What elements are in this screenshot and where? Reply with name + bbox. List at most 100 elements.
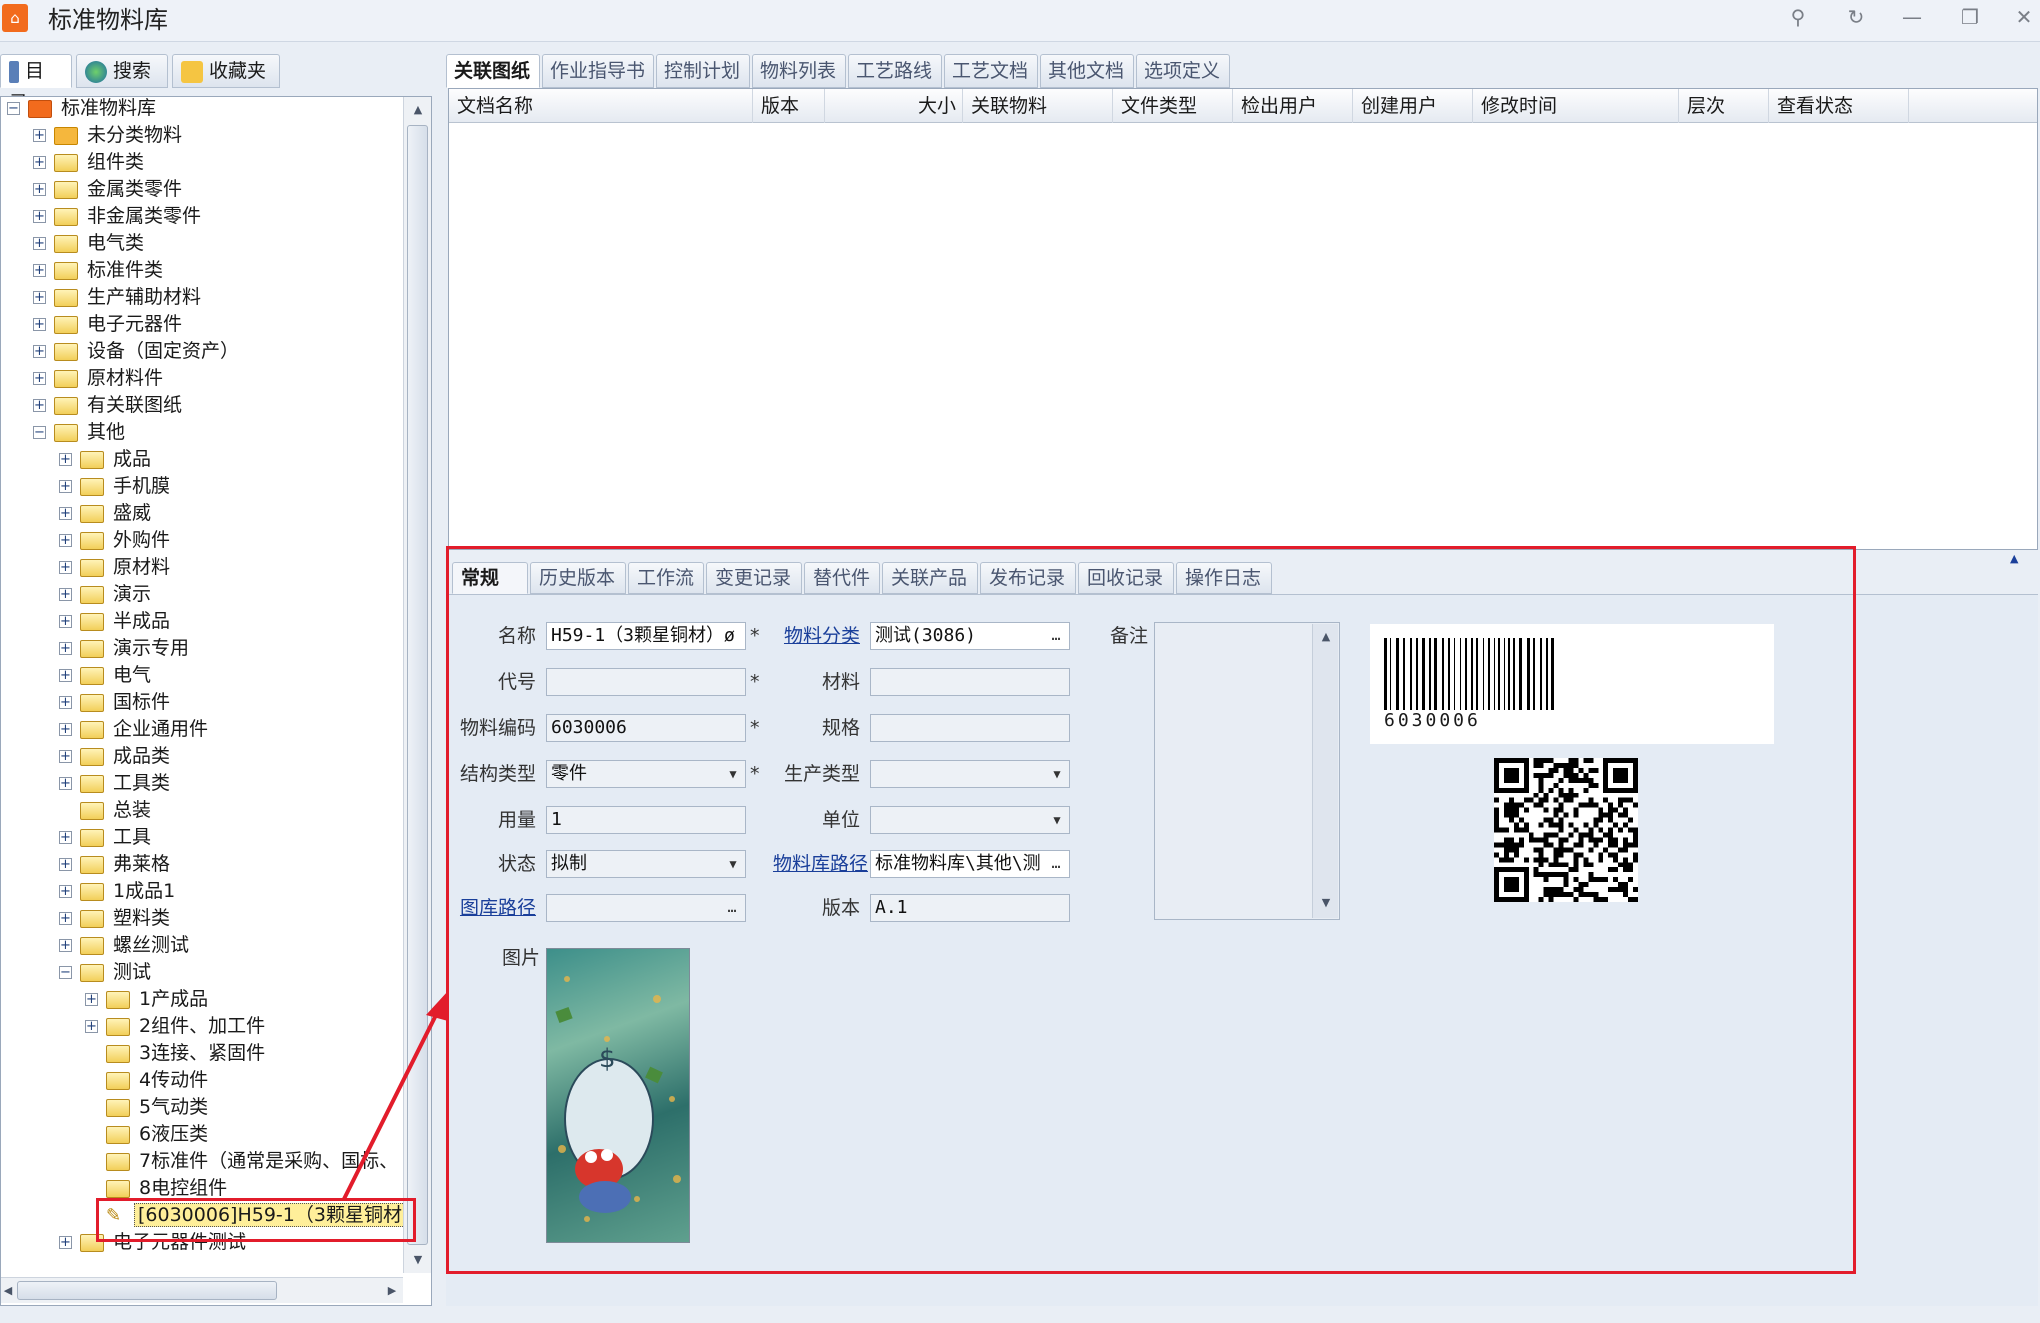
- tree-item[interactable]: + 非金属类零件: [33, 203, 201, 229]
- scroll-right-icon[interactable]: ▶: [385, 1284, 399, 1297]
- tree-root[interactable]: − 标准物料库: [7, 97, 156, 121]
- expand-icon[interactable]: +: [59, 507, 72, 520]
- tree-item[interactable]: + 组件类: [33, 149, 144, 175]
- expand-icon[interactable]: +: [59, 642, 72, 655]
- expand-icon[interactable]: +: [59, 696, 72, 709]
- tree-item[interactable]: + 电气类: [33, 230, 144, 256]
- tree-item[interactable]: + 国标件: [59, 689, 170, 715]
- expand-icon[interactable]: +: [59, 912, 72, 925]
- scroll-down-icon[interactable]: ▼: [404, 1253, 432, 1266]
- tree-item[interactable]: +1产成品: [85, 986, 208, 1012]
- expand-icon[interactable]: +: [59, 750, 72, 763]
- column-file-type[interactable]: 文件类型: [1113, 89, 1233, 123]
- column-size[interactable]: 大小: [825, 89, 963, 123]
- expand-icon[interactable]: +: [59, 669, 72, 682]
- expand-icon[interactable]: +: [59, 588, 72, 601]
- tab-option-definition[interactable]: 选项定义: [1136, 54, 1230, 88]
- tree-item[interactable]: + 演示: [59, 581, 151, 607]
- tree-item[interactable]: + 成品: [59, 446, 151, 472]
- expand-icon[interactable]: +: [33, 237, 46, 250]
- column-checkout-user[interactable]: 检出用户: [1233, 89, 1353, 123]
- restore-icon[interactable]: ❐: [1950, 2, 1990, 32]
- tab-bom[interactable]: 物料列表: [752, 54, 846, 88]
- expand-icon[interactable]: +: [59, 831, 72, 844]
- tab-other-docs[interactable]: 其他文档: [1040, 54, 1134, 88]
- column-created-by[interactable]: 创建用户: [1353, 89, 1473, 123]
- tree-item[interactable]: + 有关联图纸: [33, 392, 182, 418]
- tree-item[interactable]: + 生产辅助材料: [33, 284, 201, 310]
- tree-item[interactable]: + 盛威: [59, 500, 151, 526]
- expand-icon[interactable]: +: [59, 615, 72, 628]
- column-view-status[interactable]: 查看状态: [1769, 89, 1909, 123]
- column-version[interactable]: 版本: [753, 89, 825, 123]
- tab-control-plan[interactable]: 控制计划: [656, 54, 750, 88]
- tab-work-instructions[interactable]: 作业指导书: [542, 54, 654, 88]
- tree-item[interactable]: 总装: [59, 797, 151, 823]
- expand-icon[interactable]: +: [85, 1020, 98, 1033]
- close-icon[interactable]: ✕: [2004, 2, 2040, 32]
- column-related-material[interactable]: 关联物料: [963, 89, 1113, 123]
- expand-icon[interactable]: +: [33, 291, 46, 304]
- tree-item[interactable]: + 外购件: [59, 527, 170, 553]
- refresh-icon[interactable]: ↻: [1836, 2, 1876, 32]
- tree-horizontal-scrollbar[interactable]: ◀ ▶: [1, 1277, 403, 1303]
- expand-icon[interactable]: +: [59, 777, 72, 790]
- collapse-icon[interactable]: −: [7, 102, 20, 115]
- column-level[interactable]: 层次: [1679, 89, 1769, 123]
- tree-item[interactable]: − 测试: [59, 959, 151, 985]
- column-doc-name[interactable]: 文档名称: [449, 89, 753, 123]
- minimize-icon[interactable]: —: [1892, 2, 1932, 32]
- expand-icon[interactable]: +: [59, 858, 72, 871]
- expand-icon[interactable]: +: [59, 723, 72, 736]
- tree-item[interactable]: 3连接、紧固件: [85, 1040, 265, 1066]
- tree-item[interactable]: + 工具: [59, 824, 151, 850]
- expand-icon[interactable]: +: [33, 264, 46, 277]
- expand-icon[interactable]: +: [33, 372, 46, 385]
- expand-icon[interactable]: +: [59, 1236, 72, 1249]
- tree-item[interactable]: + 塑料类: [59, 905, 170, 931]
- expand-icon[interactable]: +: [33, 210, 46, 223]
- tree-item[interactable]: + 电子元器件: [33, 311, 182, 337]
- tree-item[interactable]: + 标准件类: [33, 257, 163, 283]
- tab-related-drawings[interactable]: 关联图纸: [446, 54, 540, 88]
- expand-icon[interactable]: +: [85, 993, 98, 1006]
- tree-item[interactable]: + 电气: [59, 662, 151, 688]
- expand-icon[interactable]: +: [59, 480, 72, 493]
- scroll-left-icon[interactable]: ◀: [1, 1284, 15, 1297]
- collapse-icon[interactable]: −: [59, 966, 72, 979]
- expand-icon[interactable]: +: [59, 885, 72, 898]
- scroll-up-icon[interactable]: ▲: [404, 103, 432, 116]
- tab-catalog[interactable]: 目录: [0, 54, 72, 114]
- tree-item[interactable]: + 工具类: [59, 770, 170, 796]
- tree-item[interactable]: +2组件、加工件: [85, 1013, 265, 1039]
- scroll-thumb-horizontal[interactable]: [17, 1281, 277, 1300]
- tab-routing[interactable]: 工艺路线: [848, 54, 942, 88]
- expand-icon[interactable]: +: [33, 399, 46, 412]
- tree-item[interactable]: + 演示专用: [59, 635, 189, 661]
- tree-item[interactable]: + 成品类: [59, 743, 170, 769]
- collapse-icon[interactable]: −: [33, 426, 46, 439]
- tree-item[interactable]: + 设备（固定资产）: [33, 338, 239, 364]
- tree-item[interactable]: + 手机膜: [59, 473, 170, 499]
- search-icon[interactable]: ⚲: [1778, 2, 1818, 32]
- tree-item[interactable]: + 原材料: [59, 554, 170, 580]
- expand-icon[interactable]: +: [59, 939, 72, 952]
- tree-item[interactable]: + 企业通用件: [59, 716, 208, 742]
- splitter-arrow-icon[interactable]: ▲: [2010, 552, 2018, 565]
- tree-item[interactable]: + 原材料件: [33, 365, 163, 391]
- expand-icon[interactable]: +: [59, 534, 72, 547]
- expand-icon[interactable]: +: [33, 129, 46, 142]
- expand-icon[interactable]: +: [33, 345, 46, 358]
- tree-item[interactable]: + 金属类零件: [33, 176, 182, 202]
- tree-item[interactable]: − 其他: [33, 419, 125, 445]
- tree-item[interactable]: + 半成品: [59, 608, 170, 634]
- column-modified-time[interactable]: 修改时间: [1473, 89, 1679, 123]
- tree-item[interactable]: + 未分类物料: [33, 122, 182, 148]
- expand-icon[interactable]: +: [59, 561, 72, 574]
- tree-item[interactable]: 4传动件: [85, 1067, 208, 1093]
- expand-icon[interactable]: +: [33, 318, 46, 331]
- expand-icon[interactable]: +: [33, 183, 46, 196]
- tree-item[interactable]: 5气动类: [85, 1094, 208, 1120]
- tree-item[interactable]: + 螺丝测试: [59, 932, 189, 958]
- tab-process-docs[interactable]: 工艺文档: [944, 54, 1038, 88]
